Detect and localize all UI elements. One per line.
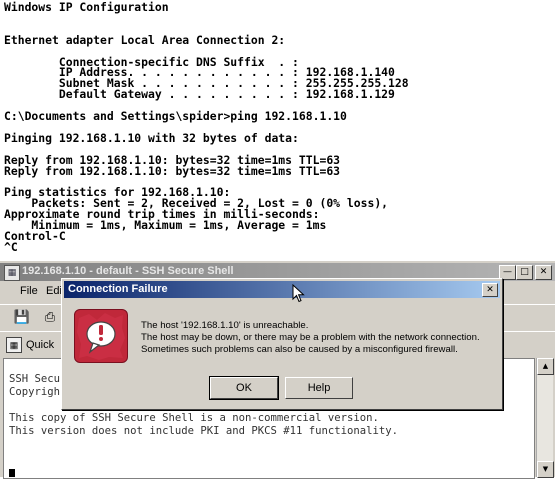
menu-edit[interactable]: Edi [46,285,62,297]
dialog-close-icon[interactable]: ✕ [482,283,498,297]
ssh-app-icon[interactable]: ▦ [4,265,20,281]
mouse-pointer-icon [292,283,306,304]
scroll-down-icon[interactable]: ▼ [537,461,554,478]
command-prompt-window: Windows IP Configuration Ethernet adapte… [0,0,555,262]
message-line: The host may be down, or there may be a … [141,332,480,343]
exclamation-icon [74,309,128,363]
quick-connect-button[interactable]: ▦ Quick [6,336,54,354]
connection-failure-dialog: Connection Failure ✕ The host '192.168.1… [61,278,503,410]
quick-connect-label: Quick [26,339,55,351]
maximize-icon[interactable]: □ [516,265,533,280]
dialog-message: The host '192.168.1.10' is unreachable. … [141,320,496,356]
ssh-window-title: 192.168.1.10 - default - SSH Secure Shel… [22,265,234,277]
dialog-titlebar[interactable]: Connection Failure ✕ [64,281,500,298]
close-icon[interactable]: ✕ [535,265,552,280]
message-line: The host '192.168.1.10' is unreachable. [141,320,309,331]
vertical-scrollbar[interactable]: ▲ ▼ [536,358,554,478]
help-button[interactable]: Help [285,377,353,399]
message-line: Sometimes such problems can also be caus… [141,344,458,355]
menu-file[interactable]: File [20,285,38,297]
quick-connect-icon: ▦ [6,337,22,354]
print-icon[interactable]: ⎙ [40,308,60,328]
dialog-title: Connection Failure [68,283,168,295]
console-output: Windows IP Configuration Ethernet adapte… [4,0,409,254]
ok-button[interactable]: OK [210,377,278,399]
save-icon[interactable]: 💾 [12,308,32,328]
scroll-up-icon[interactable]: ▲ [537,358,554,375]
